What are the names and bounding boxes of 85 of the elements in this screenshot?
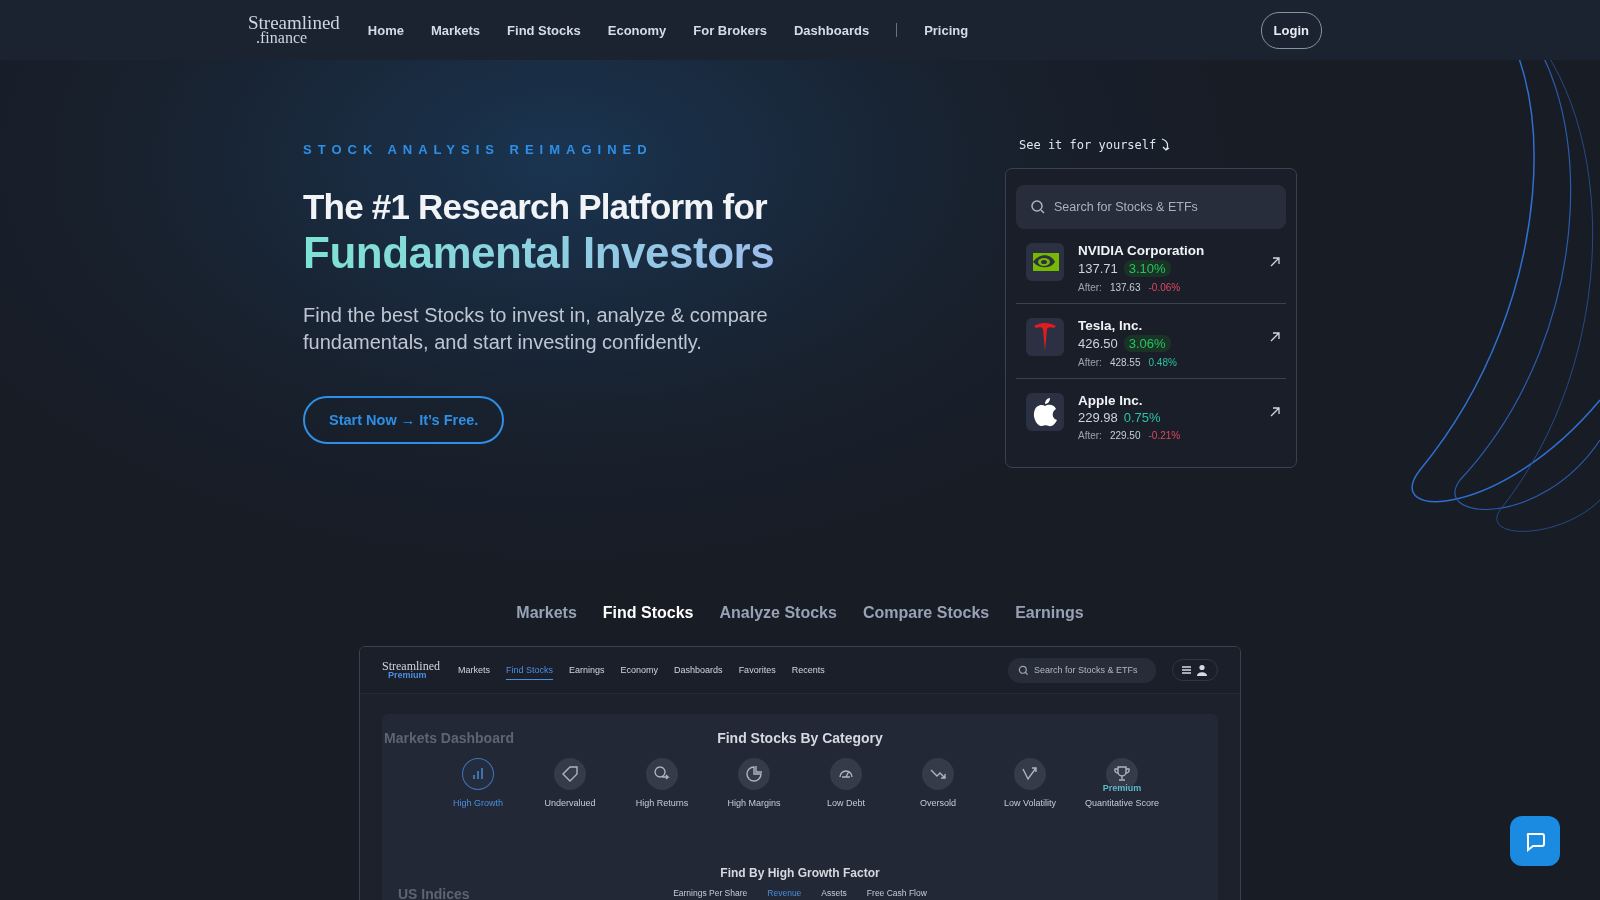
- menu-user-icon: [1181, 664, 1209, 676]
- category-icon: [554, 758, 586, 790]
- stock-price: 137.71: [1078, 261, 1118, 276]
- headline: The #1 Research Platform for: [303, 187, 768, 227]
- preview-nav-link[interactable]: Favorites: [738, 660, 776, 680]
- category-icon: [922, 758, 954, 790]
- dashboard-title: Markets Dashboard: [384, 730, 514, 746]
- hint-text: See it for yourself: [1019, 138, 1157, 152]
- price-change: 3.06%: [1123, 335, 1171, 352]
- nav-link[interactable]: Find Stocks: [507, 22, 581, 38]
- after-hours-price: 229.50: [1109, 430, 1141, 441]
- category-item[interactable]: High Growth: [442, 758, 514, 808]
- search-icon: [1030, 199, 1046, 215]
- chat-button[interactable]: [1510, 816, 1560, 866]
- after-hours-label: After:: [1078, 357, 1102, 368]
- category-item[interactable]: Oversold: [902, 758, 974, 808]
- stock-row[interactable]: Tesla, Inc. 426.50 3.06% After: 428.55 0.48%: [1016, 303, 1286, 378]
- nav-link[interactable]: Pricing: [924, 22, 969, 38]
- preview-nav-link[interactable]: Earnings: [569, 660, 605, 680]
- category-item[interactable]: Undervalued: [534, 758, 606, 808]
- feature-tab[interactable]: Compare Stocks: [853, 598, 999, 628]
- category-item[interactable]: Premium Quantitative Score: [1086, 758, 1158, 808]
- login-button[interactable]: Login: [1260, 11, 1322, 49]
- stock-row[interactable]: NVIDIA Corporation 137.71 3.10% After: 137.63 -0.06%: [1016, 229, 1286, 303]
- category-item[interactable]: Low Volatility: [994, 758, 1066, 808]
- nav-link[interactable]: Dashboards: [794, 22, 870, 38]
- feature-tab[interactable]: Earnings: [1006, 598, 1093, 628]
- factor-title: Find By High Growth Factor: [720, 866, 880, 880]
- logo[interactable]: Streamlined .finance: [248, 15, 340, 45]
- after-hours-change: -0.21%: [1148, 430, 1181, 441]
- arrow-up-right-icon: [1270, 332, 1280, 342]
- t-logo-icon: [1026, 318, 1064, 356]
- search-field[interactable]: Search for Stocks & ETFs: [1016, 185, 1286, 229]
- preview-logo: Streamlined Premium: [382, 660, 440, 680]
- factor-tab[interactable]: Assets: [821, 888, 847, 898]
- preview-search-field[interactable]: Search for Stocks & ETFs: [1008, 657, 1156, 683]
- category-icon: [830, 758, 862, 790]
- preview-nav-link[interactable]: Recents: [791, 660, 825, 680]
- preview-nav-link[interactable]: Find Stocks: [506, 660, 554, 680]
- category-item[interactable]: High Returns: [626, 758, 698, 808]
- premium-label: Premium: [1102, 783, 1142, 793]
- factor-tab[interactable]: Earnings Per Share: [673, 888, 748, 898]
- after-hours-price: 137.63: [1109, 282, 1141, 293]
- after-hours-price: 428.55: [1109, 357, 1141, 368]
- preview-nav-link[interactable]: Markets: [458, 660, 490, 680]
- stock-row[interactable]: Apple Inc. 229.98 0.75% After: 229.50 -0.21%: [1016, 378, 1286, 451]
- stock-name: Tesla, Inc.: [1078, 318, 1144, 333]
- apple-logo-icon: [1026, 393, 1064, 431]
- stock-name: NVIDIA Corporation: [1078, 243, 1206, 258]
- category-icon: [462, 758, 494, 790]
- subtitle: Find the best Stocks to invest in, analyze & compare fundamentals, and start investing confidently.: [303, 302, 769, 355]
- preview-nav-link[interactable]: Economy: [620, 660, 659, 680]
- eyebrow-text: STOCK ANALYSIS REIMAGINED: [303, 142, 654, 157]
- after-hours-change: -0.06%: [1148, 282, 1181, 293]
- eye-logo-icon: [1026, 243, 1064, 281]
- search-icon: [1018, 664, 1029, 676]
- after-hours-change: 0.48%: [1148, 357, 1177, 368]
- factor-tab[interactable]: Free Cash Flow: [866, 888, 927, 898]
- price-change: 3.10%: [1123, 260, 1171, 277]
- nav-link[interactable]: Economy: [607, 22, 667, 38]
- stock-name: Apple Inc.: [1078, 393, 1144, 408]
- category-item[interactable]: Low Debt: [810, 758, 882, 808]
- category-icon: [738, 758, 770, 790]
- nav-link[interactable]: Markets: [430, 22, 481, 38]
- category-icon: [646, 758, 678, 790]
- feature-tab[interactable]: Analyze Stocks: [710, 598, 846, 628]
- nav-link[interactable]: For Brokers: [693, 22, 767, 38]
- section-title: US Indices: [398, 886, 470, 900]
- category-title: Find Stocks By Category: [717, 730, 883, 746]
- nav-link[interactable]: Home: [367, 22, 404, 38]
- chat-bubble-icon: [1524, 830, 1546, 852]
- category-icon: [1014, 758, 1046, 790]
- after-hours-label: After:: [1078, 282, 1102, 293]
- feature-tab[interactable]: Markets: [507, 598, 586, 628]
- feature-tab[interactable]: Find Stocks: [593, 598, 703, 628]
- category-item[interactable]: High Margins: [718, 758, 790, 808]
- after-hours-label: After:: [1078, 430, 1102, 441]
- stock-price: 426.50: [1078, 336, 1118, 351]
- arrow-up-right-icon: [1270, 407, 1280, 417]
- factor-tab[interactable]: Revenue: [767, 888, 802, 898]
- start-button[interactable]: Start Now → It’s Free.: [303, 395, 505, 444]
- arrow-up-right-icon: [1270, 257, 1280, 267]
- price-change: 0.75%: [1123, 410, 1161, 425]
- stock-price: 229.98: [1078, 410, 1118, 425]
- preview-nav-link[interactable]: Dashboards: [674, 660, 723, 680]
